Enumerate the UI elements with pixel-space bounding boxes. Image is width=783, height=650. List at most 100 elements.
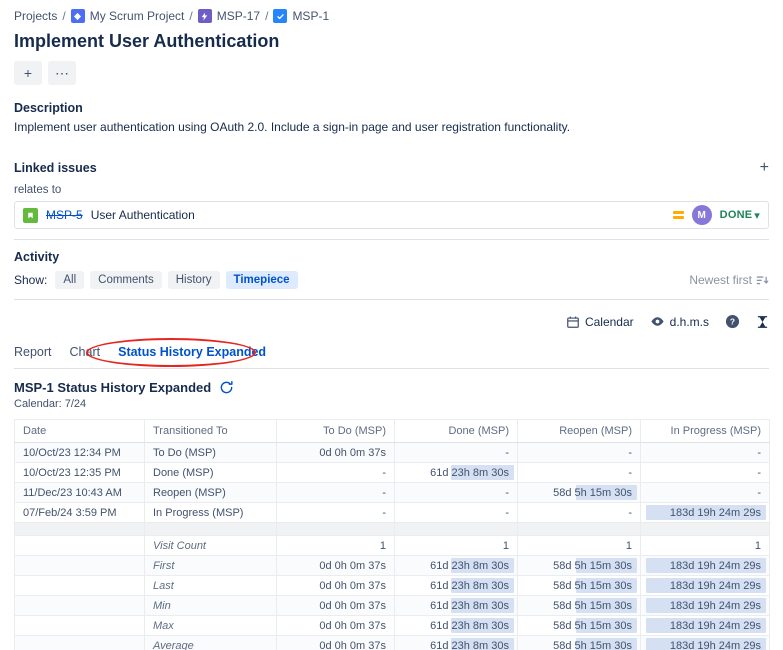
breadcrumb-current-issue[interactable]: MSP-1 xyxy=(292,9,329,23)
task-icon xyxy=(273,9,287,23)
description-body[interactable]: Implement user authentication using OAut… xyxy=(14,120,769,134)
filter-timepiece[interactable]: Timepiece xyxy=(226,271,298,289)
hourglass-icon[interactable] xyxy=(756,315,769,329)
breadcrumb-projects[interactable]: Projects xyxy=(14,9,57,23)
duration-cell: - xyxy=(641,463,770,483)
table-row: Last0d 0h 0m 37s61d 23h 8m 30s58d 5h 15m… xyxy=(15,576,770,596)
duration-cell: 58d 5h 15m 30s xyxy=(518,596,641,616)
calendar-selector[interactable]: Calendar xyxy=(566,315,634,329)
duration-cell: - xyxy=(277,503,395,523)
table-row: 11/Dec/23 10:43 AMReopen (MSP)--58d 5h 1… xyxy=(15,483,770,503)
column-header: Date xyxy=(15,420,145,443)
duration-cell: 0d 0h 0m 37s xyxy=(277,596,395,616)
date-cell: 10/Oct/23 12:35 PM xyxy=(15,463,145,483)
status-table-head-row: DateTransitioned ToTo Do (MSP)Done (MSP)… xyxy=(15,420,770,443)
duration-cell: 183d 19h 24m 29s xyxy=(641,616,770,636)
table-row: Average0d 0h 0m 37s61d 23h 8m 30s58d 5h … xyxy=(15,636,770,650)
more-actions-button[interactable]: ⋯ xyxy=(48,61,76,85)
add-button[interactable]: + xyxy=(14,61,42,85)
linked-issue-key[interactable]: MSP-5 xyxy=(46,208,83,222)
sort-order-control[interactable]: Newest first xyxy=(689,273,769,287)
date-cell: 07/Feb/24 3:59 PM xyxy=(15,503,145,523)
row-label-cell: To Do (MSP) xyxy=(145,443,277,463)
duration-cell: 183d 19h 24m 29s xyxy=(641,596,770,616)
show-label: Show: xyxy=(14,273,47,287)
story-type-icon xyxy=(23,208,38,223)
tab-status-history-expanded[interactable]: Status History Expanded xyxy=(118,345,266,359)
table-row: Min0d 0h 0m 37s61d 23h 8m 30s58d 5h 15m … xyxy=(15,596,770,616)
row-label-cell: Visit Count xyxy=(145,536,277,556)
linked-issue-meta: M DONE ▾ xyxy=(673,205,760,225)
spacer-cell xyxy=(145,523,277,536)
report-header: MSP-1 Status History Expanded xyxy=(14,380,769,395)
duration-cell: 183d 19h 24m 29s xyxy=(641,556,770,576)
eye-icon xyxy=(650,314,665,329)
duration-cell: 58d 5h 15m 30s xyxy=(518,616,641,636)
status-history-table: DateTransitioned ToTo Do (MSP)Done (MSP)… xyxy=(14,419,770,650)
help-button[interactable]: ? xyxy=(725,314,740,329)
date-cell: 11/Dec/23 10:43 AM xyxy=(15,483,145,503)
duration-cell: 0d 0h 0m 37s xyxy=(277,576,395,596)
add-linked-issue-button[interactable]: + xyxy=(760,160,769,176)
tab-chart[interactable]: Chart xyxy=(70,345,101,359)
status-dropdown[interactable]: DONE ▾ xyxy=(720,209,760,222)
duration-cell: 58d 5h 15m 30s xyxy=(518,636,641,650)
tab-report[interactable]: Report xyxy=(14,345,52,359)
breadcrumb-separator: / xyxy=(189,9,192,23)
report-title: MSP-1 Status History Expanded xyxy=(14,380,211,395)
duration-cell: 61d 23h 8m 30s xyxy=(395,576,518,596)
date-cell xyxy=(15,576,145,596)
duration-cell: - xyxy=(277,463,395,483)
description-heading: Description xyxy=(14,101,769,115)
refresh-icon[interactable] xyxy=(219,380,234,395)
epic-icon xyxy=(198,9,212,23)
filter-comments[interactable]: Comments xyxy=(90,271,162,289)
table-row: 10/Oct/23 12:34 PMTo Do (MSP)0d 0h 0m 37… xyxy=(15,443,770,463)
calendar-note: Calendar: 7/24 xyxy=(14,398,769,410)
row-label-cell: Last xyxy=(145,576,277,596)
row-label-cell: Average xyxy=(145,636,277,650)
row-label-cell: First xyxy=(145,556,277,576)
date-cell: 10/Oct/23 12:34 PM xyxy=(15,443,145,463)
timepiece-tabs: Report Chart Status History Expanded xyxy=(14,345,769,369)
breadcrumb: Projects / My Scrum Project / MSP-17 / M… xyxy=(14,8,769,24)
row-label-cell: In Progress (MSP) xyxy=(145,503,277,523)
duration-cell: 0d 0h 0m 37s xyxy=(277,616,395,636)
breadcrumb-parent-issue[interactable]: MSP-17 xyxy=(217,9,260,23)
duration-cell: 58d 5h 15m 30s xyxy=(518,483,641,503)
row-label-cell: Done (MSP) xyxy=(145,463,277,483)
date-cell xyxy=(15,596,145,616)
duration-cell: 183d 19h 24m 29s xyxy=(641,636,770,650)
table-row: 07/Feb/24 3:59 PMIn Progress (MSP)---183… xyxy=(15,503,770,523)
row-label-cell: Max xyxy=(145,616,277,636)
duration-format-selector[interactable]: d.h.m.s xyxy=(650,314,709,329)
duration-cell: 61d 23h 8m 30s xyxy=(395,463,518,483)
filter-history[interactable]: History xyxy=(168,271,220,289)
breadcrumb-project[interactable]: My Scrum Project xyxy=(90,9,185,23)
activity-heading: Activity xyxy=(14,250,769,264)
sort-icon xyxy=(756,274,769,287)
status-label: DONE xyxy=(720,209,753,221)
status-table-body: 10/Oct/23 12:34 PMTo Do (MSP)0d 0h 0m 37… xyxy=(15,443,770,650)
column-header: To Do (MSP) xyxy=(277,420,395,443)
spacer-cell xyxy=(518,523,641,536)
section-divider xyxy=(14,299,769,300)
calendar-label: Calendar xyxy=(585,315,634,329)
column-header: Done (MSP) xyxy=(395,420,518,443)
assignee-avatar[interactable]: M xyxy=(692,205,712,225)
linked-issue-summary[interactable]: User Authentication xyxy=(91,208,195,222)
date-cell xyxy=(15,616,145,636)
linked-issue-row[interactable]: MSP-5 User Authentication M DONE ▾ xyxy=(14,201,769,229)
spacer-row xyxy=(15,523,770,536)
duration-cell: - xyxy=(641,483,770,503)
duration-cell: 0d 0h 0m 37s xyxy=(277,443,395,463)
duration-format-label: d.h.m.s xyxy=(670,315,709,329)
row-label-cell: Reopen (MSP) xyxy=(145,483,277,503)
section-divider xyxy=(14,239,769,240)
column-header: Transitioned To xyxy=(145,420,277,443)
project-avatar-icon xyxy=(71,9,85,23)
duration-cell: 1 xyxy=(277,536,395,556)
filter-all[interactable]: All xyxy=(55,271,84,289)
duration-cell: - xyxy=(395,503,518,523)
duration-cell: 61d 23h 8m 30s xyxy=(395,596,518,616)
